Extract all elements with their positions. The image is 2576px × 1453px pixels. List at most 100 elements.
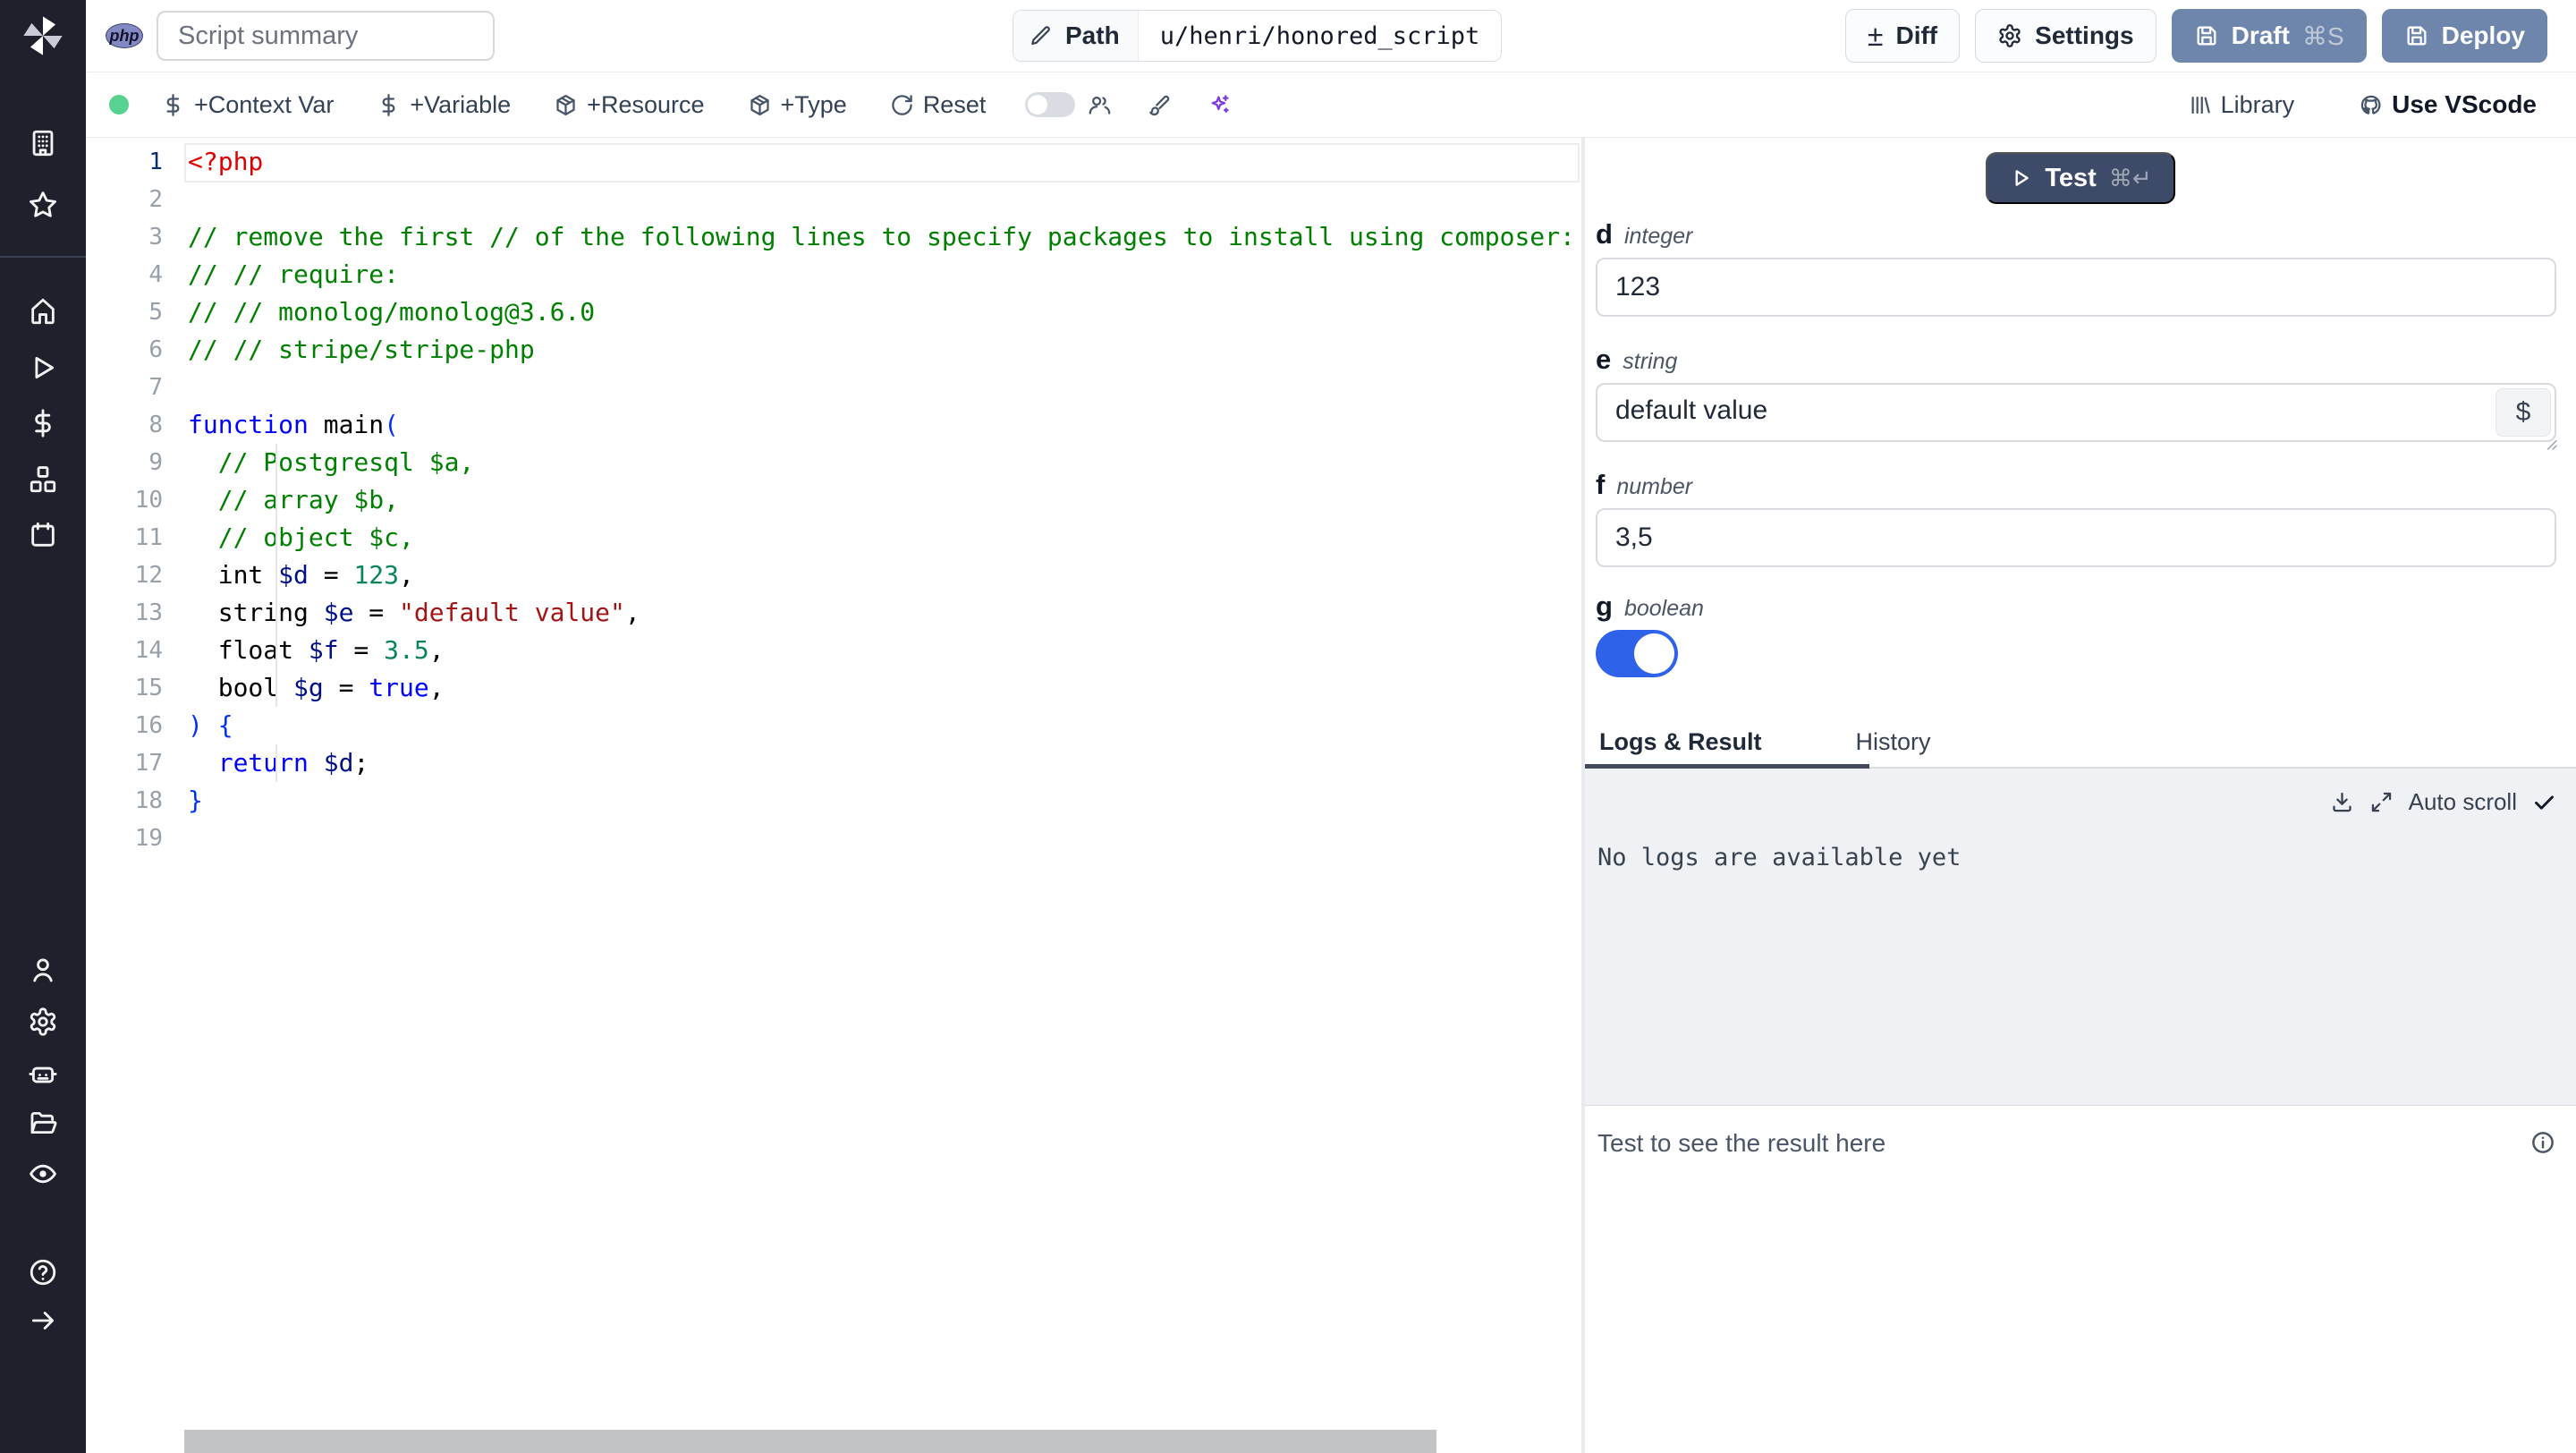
php-language-badge: php <box>106 23 143 48</box>
draft-button[interactable]: Draft ⌘S <box>2171 9 2367 63</box>
tab-logs-result[interactable]: Logs & Result <box>1599 728 1762 756</box>
logs-panel: Auto scroll No logs are available yet <box>1585 769 2576 1106</box>
deploy-button[interactable]: Deploy <box>2381 9 2547 63</box>
code-line: // // monolog/monolog@3.6.0 <box>188 297 596 327</box>
app-window: php Path u/henri/honored_script ± Diff S… <box>0 0 2576 1453</box>
code-line: } <box>188 786 203 815</box>
star-icon[interactable] <box>28 190 58 220</box>
folder-open-icon[interactable] <box>28 1108 58 1138</box>
add-context-var-button[interactable]: +Context Var <box>161 91 334 119</box>
windmill-logo-icon[interactable] <box>20 13 66 59</box>
code-lines: <?php // remove the first // of the follo… <box>188 143 1581 857</box>
github-icon <box>2359 93 2383 117</box>
arg-name-d: d <box>1596 218 1613 250</box>
package-icon <box>748 93 772 117</box>
info-icon[interactable] <box>2529 1129 2556 1156</box>
users-icon[interactable] <box>1088 93 1112 117</box>
code-line: return $d; <box>217 748 369 777</box>
status-dot <box>109 95 129 115</box>
eye-icon[interactable] <box>28 1159 58 1189</box>
test-button-label: Test <box>2045 163 2097 192</box>
editor-toolbar: +Context Var +Variable +Resource +Type R… <box>86 72 2576 138</box>
result-panel: Test to see the result here <box>1585 1106 2576 1453</box>
refresh-icon <box>890 93 914 117</box>
building-icon[interactable] <box>28 128 58 158</box>
arg-input-d[interactable] <box>1596 258 2556 317</box>
main-area: php Path u/henri/honored_script ± Diff S… <box>86 0 2576 1453</box>
home-icon[interactable] <box>28 296 58 327</box>
indent-guide <box>275 744 277 782</box>
code-line: int $d = 123, <box>188 560 414 590</box>
dollar-icon[interactable] <box>28 408 58 438</box>
arg-textarea-e[interactable]: default value <box>1596 383 2556 442</box>
plus-minus-icon: ± <box>1867 20 1884 52</box>
deploy-button-label: Deploy <box>2441 21 2525 49</box>
code-line: function main( <box>188 410 400 439</box>
add-variable-button[interactable]: +Variable <box>377 91 511 119</box>
ai-sparkles-icon[interactable] <box>1208 93 1232 117</box>
arg-field-e: default value $ <box>1596 383 2557 450</box>
code-line: // remove the first // of the following … <box>188 222 1575 251</box>
path-label-segment: Path <box>1013 11 1139 61</box>
download-icon[interactable] <box>2330 790 2354 814</box>
autoscroll-label[interactable]: Auto scroll <box>2409 788 2517 816</box>
library-button[interactable]: Library <box>2188 91 2294 119</box>
arg-type-g: boolean <box>1623 596 1704 621</box>
topbar-actions: ± Diff Settings Draft ⌘S Deploy <box>1844 9 2547 63</box>
log-controls: Auto scroll <box>2330 788 2556 816</box>
logs-empty-text: No logs are available yet <box>1597 844 1962 871</box>
settings-button[interactable]: Settings <box>1975 9 2157 63</box>
horizontal-scrollbar[interactable] <box>184 1430 1436 1453</box>
script-summary-input[interactable] <box>157 11 495 61</box>
result-placeholder: Test to see the result here <box>1597 1129 1886 1157</box>
insert-variable-button[interactable]: $ <box>2496 388 2551 437</box>
content-row: 1 2 3 4 5 6 7 8 9 10 11 12 13 14 15 16 17 18 19 <?php // re… <box>86 138 2576 1453</box>
top-bar: php Path u/henri/honored_script ± Diff S… <box>86 0 2576 72</box>
arg-type-f: number <box>1616 474 1693 499</box>
gear-icon <box>1997 23 2022 48</box>
use-vscode-label: Use VScode <box>2392 90 2537 118</box>
play-icon <box>2009 166 2032 190</box>
bot-icon[interactable] <box>28 1058 58 1088</box>
expand-icon[interactable] <box>2369 790 2394 814</box>
pencil-icon <box>1030 24 1053 47</box>
help-icon[interactable] <box>28 1257 58 1287</box>
settings-icon[interactable] <box>28 1007 58 1037</box>
multiplayer-toggle[interactable] <box>1025 92 1076 117</box>
user-icon[interactable] <box>28 955 58 985</box>
diff-button[interactable]: ± Diff <box>1844 9 1961 63</box>
boxes-icon[interactable] <box>28 464 58 495</box>
draft-button-label: Draft <box>2231 21 2290 49</box>
code-line: ) { <box>188 710 233 740</box>
settings-button-label: Settings <box>2035 21 2134 49</box>
add-resource-button[interactable]: +Resource <box>554 91 705 119</box>
code-line: bool $g = true, <box>188 673 445 702</box>
reset-button[interactable]: Reset <box>890 91 986 119</box>
dollar-icon <box>161 93 185 117</box>
format-brush-icon[interactable] <box>1148 93 1172 117</box>
play-icon[interactable] <box>28 353 58 383</box>
calendar-icon[interactable] <box>28 520 58 550</box>
arg-toggle-g[interactable] <box>1596 630 1678 677</box>
tab-history[interactable]: History <box>1856 728 1931 756</box>
arrow-right-icon[interactable] <box>28 1305 58 1336</box>
test-button[interactable]: Test ⌘↵ <box>1986 152 2175 204</box>
path-widget[interactable]: Path u/henri/honored_script <box>1013 10 1503 62</box>
arg-input-f[interactable] <box>1596 508 2556 567</box>
arg-label-g: g boolean <box>1596 591 2556 623</box>
check-icon[interactable] <box>2532 790 2556 814</box>
path-value: u/henri/honored_script <box>1159 21 1480 50</box>
code-line: // Postgresql $a, <box>188 447 475 477</box>
code-line: // object $c, <box>188 523 414 552</box>
package-icon <box>554 93 578 117</box>
save-icon <box>2404 23 2429 48</box>
add-type-button[interactable]: +Type <box>748 91 847 119</box>
diff-button-label: Diff <box>1895 21 1938 49</box>
use-vscode-button[interactable]: Use VScode <box>2359 90 2537 119</box>
code-line: <?php <box>188 147 264 176</box>
resize-grip-icon[interactable] <box>2540 433 2560 453</box>
code-editor[interactable]: 1 2 3 4 5 6 7 8 9 10 11 12 13 14 15 16 17 18 19 <?php // re… <box>86 138 1581 1453</box>
